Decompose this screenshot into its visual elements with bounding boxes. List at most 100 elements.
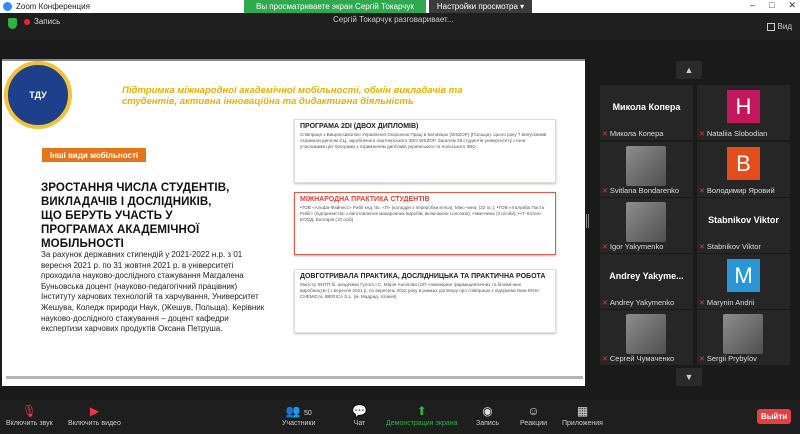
participant-avatar: В xyxy=(727,147,760,180)
muted-mic-icon: ✕ xyxy=(699,130,705,138)
muted-mic-icon: ✕ xyxy=(602,130,608,138)
participant-name: Igor Yakymenko xyxy=(609,242,664,251)
participants-button[interactable]: 👥 50 Участники xyxy=(282,404,315,427)
grid-view-icon xyxy=(766,22,775,31)
share-screen-button[interactable]: ⬆ Демонстрация экрана xyxy=(386,404,458,427)
slide-headline: Підтримка міжнародної академічної мобіль… xyxy=(122,85,463,107)
slide-card-international-practice: МІЖНАРОДНА ПРАКТИКА СТУДЕНТІВ •ТОВ «Альф… xyxy=(294,192,556,255)
leave-button[interactable]: Выйти xyxy=(757,409,791,424)
slide-card-long-practice: ДОВГОТРИВАЛА ПРАКТИКА, ДОСЛІДНИЦЬКА ТА П… xyxy=(294,269,556,333)
participant-big-name: Stabnikov Viktor xyxy=(708,215,779,225)
view-options-button[interactable]: Настройки просмотра ▾ xyxy=(428,0,533,13)
card-text: Співпраця з Вищою Школою Управління Охор… xyxy=(300,132,547,149)
reactions-label: Реакции xyxy=(520,420,548,427)
participant-name: Svitlana Bondarenko xyxy=(609,186,680,195)
muted-mic-icon: ✕ xyxy=(602,187,608,195)
university-logo: ТДУ xyxy=(4,61,72,129)
chat-icon: 💬 xyxy=(352,404,367,418)
record-button[interactable]: ◉ Запись xyxy=(476,404,499,427)
participant-avatar: H xyxy=(727,90,760,123)
participant-tile[interactable]: Stabnikov Viktor ✕ Stabnikov Viktor xyxy=(697,198,790,253)
muted-mic-icon: ✕ xyxy=(699,299,705,307)
card-title: ДОВГОТРИВАЛА ПРАКТИКА, ДОСЛІДНИЦЬКА ТА П… xyxy=(300,273,546,280)
recording-label: Запись xyxy=(34,17,61,26)
apps-label: Приложения xyxy=(562,420,603,427)
window-title: Zoom Конференция xyxy=(16,2,90,11)
participant-name: Володимир Яровий xyxy=(706,186,775,195)
participant-name: Микола Копера xyxy=(609,129,664,138)
participant-tile[interactable]: H ✕ Nataliia Slobodian xyxy=(697,85,790,140)
apps-button[interactable]: ▦ Приложения xyxy=(562,404,603,427)
participant-tile[interactable]: ✕ Сергей Чумаченко xyxy=(600,310,693,365)
participant-video xyxy=(626,202,666,242)
muted-mic-icon: ✕ xyxy=(699,355,705,363)
muted-mic-icon: ✕ xyxy=(699,187,705,195)
card-text: •ТОВ «Альфа-Файнесс» Рибії кнд, tto. «П»… xyxy=(300,205,545,222)
card-title: МІЖНАРОДНА ПРАКТИКА СТУДЕНТІВ xyxy=(300,196,430,203)
split-resize-handle[interactable] xyxy=(586,214,589,228)
muted-mic-icon: ✕ xyxy=(602,299,608,307)
participants-label: Участники xyxy=(282,420,316,427)
speaking-indicator: Сергій Токарчук разговаривает... xyxy=(333,15,454,24)
participant-name: Stabnikov Viktor xyxy=(706,242,761,251)
maximize-icon[interactable]: □ xyxy=(769,0,774,11)
muted-mic-icon: ✕ xyxy=(699,243,705,251)
participant-video xyxy=(626,314,666,354)
security-shield-icon[interactable] xyxy=(8,18,17,29)
unmute-label: Включить звук xyxy=(6,420,53,427)
participant-tile[interactable]: ✕ Svitlana Bondarenko xyxy=(600,142,693,197)
participant-video xyxy=(626,146,666,186)
card-text: Магістр ФНТП бі. академіки Гулого І.С. М… xyxy=(300,282,539,299)
close-icon[interactable]: ✕ xyxy=(788,0,796,11)
reactions-icon: ☺ xyxy=(527,404,540,418)
reactions-button[interactable]: ☺ Реакции xyxy=(520,404,547,427)
slide-main-title: Зростання числа студентів, викладачів і … xyxy=(41,182,230,250)
chevron-up-icon: ▲ xyxy=(684,65,694,75)
chevron-down-icon: ▼ xyxy=(684,372,694,382)
video-off-icon: ▶ xyxy=(89,404,100,418)
unmute-button[interactable]: 🎙 Включить звук xyxy=(6,404,53,427)
minimize-icon[interactable]: – xyxy=(750,0,755,11)
gallery-down-button[interactable]: ▼ xyxy=(676,368,702,386)
slide-main-body: За рахунок державних стипендій у 2021-20… xyxy=(41,250,265,334)
participant-big-name: Микола Копера xyxy=(612,102,681,112)
slide-tag: Інші види мобільності xyxy=(41,147,147,163)
viewing-message: Вы просматриваете экран Сергій Токарчук xyxy=(244,0,426,13)
participant-name: Сергей Чумаченко xyxy=(609,354,675,363)
slide-top-rule xyxy=(2,59,585,61)
muted-mic-icon: ✕ xyxy=(602,355,608,363)
mic-muted-icon: 🎙 xyxy=(21,404,37,418)
participant-tile[interactable]: Andrey Yakyme... ✕ Andrey Yakymenko xyxy=(600,254,693,309)
slide-card-double-diploma: ПРОГРАМА 2DI (ДВОХ ДИПЛОМІВ) Співпраця з… xyxy=(294,119,556,183)
participant-name: Nataliia Slobodian xyxy=(706,129,768,138)
participant-tile[interactable]: ✕ Igor Yakymenko xyxy=(600,198,693,253)
participant-tile[interactable]: ✕ Sergii Prybylov xyxy=(697,310,790,365)
participants-icon: 👥 50 xyxy=(285,404,312,418)
participant-video xyxy=(723,314,763,354)
record-icon: ◉ xyxy=(482,404,493,418)
slide-bottom-rule xyxy=(6,376,583,379)
recording-indicator[interactable]: Запись xyxy=(24,17,60,26)
shared-screen: ТДУ Підтримка міжнародної академічної мо… xyxy=(2,59,585,386)
viewing-banner: Вы просматриваете экран Сергій Токарчук … xyxy=(244,0,533,13)
participant-name: Sergii Prybylov xyxy=(706,354,757,363)
participant-tile[interactable]: M ✕ Marynin Andrii xyxy=(697,254,790,309)
share-screen-icon: ⬆ xyxy=(416,404,427,418)
window-controls: – □ ✕ xyxy=(750,0,796,11)
participant-name: Marynin Andrii xyxy=(706,298,755,307)
zoom-logo-icon xyxy=(3,2,12,11)
participant-tile[interactable]: Микола Копера ✕ Микола Копера xyxy=(600,85,693,140)
card-title: ПРОГРАМА 2DI (ДВОХ ДИПЛОМІВ) xyxy=(300,123,419,130)
muted-mic-icon: ✕ xyxy=(602,243,608,251)
chat-button[interactable]: 💬 Чат xyxy=(352,404,367,427)
share-screen-label: Демонстрация экрана xyxy=(386,420,458,427)
apps-icon: ▦ xyxy=(576,404,589,418)
gallery-up-button[interactable]: ▲ xyxy=(676,61,702,79)
participant-tile[interactable]: В ✕ Володимир Яровий xyxy=(697,142,790,197)
view-button[interactable]: Вид xyxy=(766,22,792,31)
record-label: Запись xyxy=(476,420,499,427)
participant-name: Andrey Yakymenko xyxy=(609,298,675,307)
participant-avatar: M xyxy=(727,259,760,292)
start-video-button[interactable]: ▶ Включить видео xyxy=(68,404,121,427)
chat-label: Чат xyxy=(353,420,366,427)
